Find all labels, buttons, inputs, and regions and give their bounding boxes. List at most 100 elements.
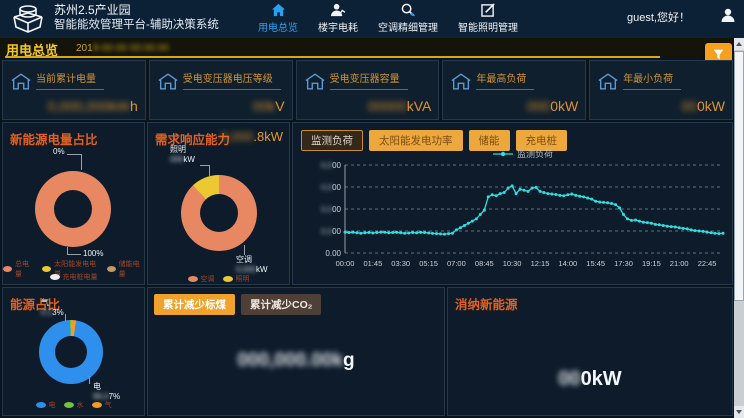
svg-text:14:00: 14:00: [558, 259, 577, 268]
kpi-card-transformer-capacity: 受电变压器容量 00000kVA: [296, 60, 440, 120]
svg-text:00:00: 00:00: [336, 259, 355, 268]
kpi-card-current-energy: 当前累计电量 0,000,000kWh: [2, 60, 146, 120]
house-icon: [157, 72, 179, 96]
load-line-chart[interactable]: 00:0001:4503:3005:1507:0008:4510:3012:15…: [299, 159, 729, 275]
legend-label: 水: [77, 400, 84, 410]
nav-label: 智能照明管理: [458, 19, 518, 34]
home-icon: [271, 3, 286, 17]
kpi-card-row: 当前累计电量 0,000,000kWh 受电变压器电压等级 00kV 受电变压器…: [2, 60, 733, 120]
page-datetime: 2019-00-00 00:00:00: [76, 43, 169, 54]
energy-ratio-legend: 电 水气: [3, 400, 144, 410]
donut-label-lighting: 照明 000kW: [170, 145, 195, 165]
kpi-title: 年最小负荷: [623, 70, 681, 90]
legend-marker-icon: [36, 402, 46, 408]
scroll-up-arrow[interactable]: [734, 38, 744, 50]
vertical-scrollbar[interactable]: [734, 38, 744, 418]
panel-renewable-consumption: 消纳新能源 000kW: [447, 287, 733, 416]
house-icon: [304, 72, 326, 96]
brand-line2: 智能能效管理平台-辅助决策系统: [54, 18, 219, 33]
legend-item[interactable]: 充电桩电量: [50, 272, 98, 282]
panel-new-energy-ratio: 新能源电量占比 0% 100% 总电量太阳能发电电量储能电量 充电桩电量: [2, 122, 145, 285]
panel-energy-ratio: 能源占比 气 0.13% 电 96.07% 电水气: [2, 287, 145, 416]
svg-text:01:45: 01:45: [364, 259, 383, 268]
brand-title: 苏州2.5产业园 智能能效管理平台-辅助决策系统: [54, 3, 219, 33]
carbon-reduction-value: 000,000.00kg: [148, 350, 444, 372]
nav-item-lighting-management[interactable]: 智能照明管理: [458, 3, 518, 34]
tab-monitor-load[interactable]: 监测负荷: [301, 130, 363, 151]
kpi-value: 0000kW: [527, 98, 578, 114]
kpi-card-year-min-load: 年最小负荷 000kW: [589, 60, 733, 120]
nav-item-power-overview[interactable]: 用电总览: [258, 3, 298, 34]
donut-label-electricity: 电 96.07%: [93, 382, 120, 402]
svg-text:21:00: 21:00: [670, 259, 689, 268]
search-drop-icon: [400, 3, 416, 17]
kpi-value: 0,000,000kWh: [48, 98, 138, 114]
panel-demand-response: 需求响应能力 0,000.8kW 照明 000kW 空调 0,000kW 空调照…: [147, 122, 290, 285]
donut-hole: [200, 194, 238, 232]
svg-text:03:30: 03:30: [391, 259, 410, 268]
person-chart-icon: [330, 3, 346, 17]
panel-carbon-reduction: 累计减少标煤 累计减少CO₂ 000,000.00kg: [147, 287, 445, 416]
top-header: 苏州2.5产业园 智能能效管理平台-辅助决策系统 用电总览 楼宇电耗 空调精细管…: [0, 0, 744, 38]
kpi-value: 00000kVA: [368, 98, 432, 114]
user-icon[interactable]: [720, 7, 736, 28]
tab-coal-reduction[interactable]: 累计减少标煤: [154, 294, 235, 315]
nav-item-building-consumption[interactable]: 楼宇电耗: [318, 3, 358, 34]
legend-line-marker-icon: [493, 150, 513, 158]
scrollbar-thumb[interactable]: [734, 51, 744, 301]
house-icon: [10, 72, 32, 96]
user-greeting: guest,您好！: [627, 9, 690, 25]
tab-solar-power[interactable]: 太阳能发电功率: [369, 130, 463, 151]
legend-item[interactable]: 空调: [188, 274, 215, 284]
legend-marker-icon: [64, 402, 74, 408]
scroll-down-arrow[interactable]: [734, 406, 744, 418]
legend-item[interactable]: 照明: [223, 274, 250, 284]
brand-line1: 苏州2.5产业园: [54, 3, 219, 18]
kpi-title: 当前累计电量: [36, 70, 104, 90]
donut-hole: [55, 336, 87, 368]
brand-logo-icon: [8, 3, 48, 40]
legend-marker-icon: [92, 402, 102, 408]
legend-item[interactable]: 水: [64, 400, 84, 410]
demand-response-value: 0,000.8kW: [221, 129, 283, 144]
main-nav: 用电总览 楼宇电耗 空调精细管理 智能照明管理: [258, 3, 518, 34]
nav-label: 用电总览: [258, 19, 298, 34]
kpi-title: 年最高负荷: [476, 70, 534, 90]
legend-label: 电: [49, 400, 56, 410]
legend-label: 照明: [236, 274, 250, 284]
legend-item[interactable]: 电: [36, 400, 56, 410]
svg-text:12:15: 12:15: [531, 259, 550, 268]
edit-square-icon: [481, 3, 496, 17]
panel-title: 新能源电量占比: [10, 129, 98, 148]
panel-title: 消纳新能源: [455, 294, 518, 313]
svg-text:15:45: 15:45: [586, 259, 605, 268]
renewable-value: 000kW: [448, 368, 732, 391]
svg-text:07:00: 07:00: [447, 259, 466, 268]
donut-label-zero: 0%: [53, 147, 65, 157]
nav-label: 楼宇电耗: [318, 19, 358, 34]
kpi-value: 000kW: [681, 98, 725, 114]
nav-item-hvac-management[interactable]: 空调精细管理: [378, 3, 438, 34]
legend-item[interactable]: 气: [92, 400, 112, 410]
kpi-title: 受电变压器电压等级: [183, 70, 281, 90]
tab-co2-reduction[interactable]: 累计减少CO₂: [241, 294, 321, 315]
svg-text:22:45: 22:45: [698, 259, 717, 268]
svg-text:05:15: 05:15: [419, 259, 438, 268]
gold-divider: [5, 56, 660, 58]
svg-text:17:30: 17:30: [614, 259, 633, 268]
legend-marker-icon: [188, 276, 198, 282]
new-energy-legend-row2: 充电桩电量: [3, 272, 144, 282]
legend-label: 充电桩电量: [63, 272, 98, 282]
legend-label: 空调: [201, 274, 215, 284]
legend-marker-icon: [223, 276, 233, 282]
carbon-tabs: 累计减少标煤 累计减少CO₂: [154, 294, 321, 315]
demand-legend: 空调 照明: [148, 274, 289, 284]
redacted-date: 9-00-00 00:00:00: [93, 43, 169, 54]
app-root: 苏州2.5产业园 智能能效管理平台-辅助决策系统 用电总览 楼宇电耗 空调精细管…: [0, 0, 744, 418]
donut-label-ac: 空调 0,000kW: [236, 255, 268, 275]
house-icon: [450, 72, 472, 96]
svg-text:19:15: 19:15: [642, 259, 661, 268]
kpi-title: 受电变压器容量: [330, 70, 408, 90]
house-icon: [597, 72, 619, 96]
donut-label-hundred: 100%: [83, 249, 103, 259]
